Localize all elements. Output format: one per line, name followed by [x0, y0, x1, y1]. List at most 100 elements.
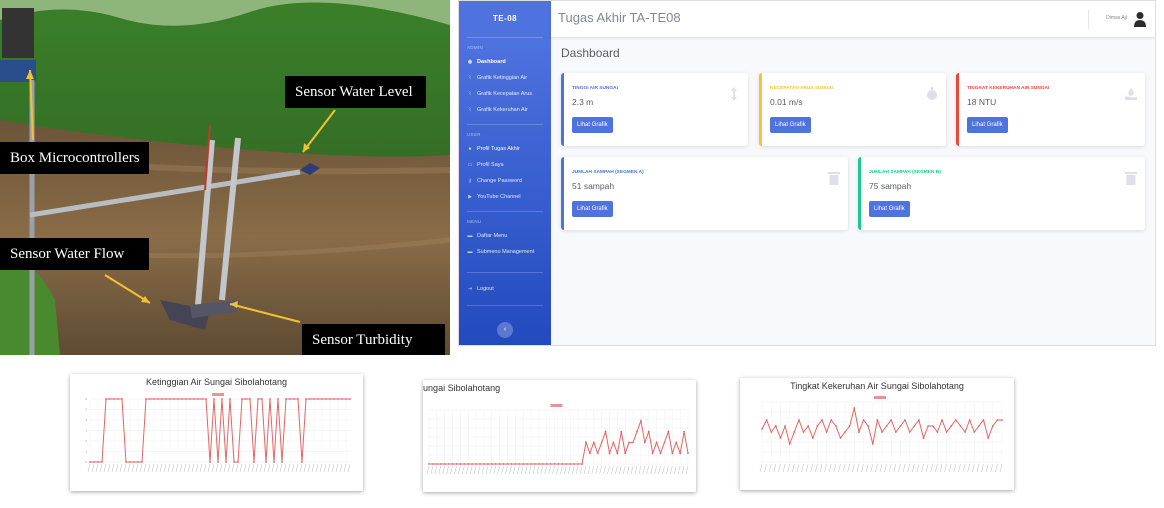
user-icon: ●: [468, 146, 472, 152]
x-tick-mark: [275, 463, 279, 473]
sidebar-item-grafik-kecepatan[interactable]: ⌇ Grafik Kecepatan Arus: [459, 86, 551, 102]
x-tick-mark: [335, 463, 339, 473]
trash-icon: [1125, 172, 1137, 185]
data-point: [494, 463, 497, 465]
x-tick-mark: [147, 463, 151, 473]
sidebar-item-grafik-kekeruhan[interactable]: ⌇ Grafik Kekeruhan Air: [459, 102, 551, 118]
x-tick-mark: [279, 463, 283, 473]
sidebar-item-dashboard[interactable]: ◉ Dashboard: [459, 54, 551, 70]
data-point: [101, 461, 103, 463]
data-point: [213, 398, 215, 400]
x-tick-mark: [446, 465, 449, 475]
lihat-grafik-button[interactable]: Lihat Grafik: [572, 201, 613, 217]
data-point: [871, 443, 874, 445]
data-point: [991, 425, 994, 427]
x-tick-mark: [187, 463, 191, 473]
sidebar: TE-08 ADMIN ◉ Dashboard ⌇ Grafik Ketinggia…: [459, 1, 551, 345]
x-tick-mark: [139, 463, 143, 473]
microcontroller-box: [2, 8, 34, 58]
data-point: [249, 398, 251, 400]
sidebar-item-profil-saya[interactable]: ▭ Profil Saya: [459, 157, 551, 173]
x-tick-mark: [626, 465, 630, 475]
x-tick-mark: [171, 463, 175, 473]
data-point: [506, 463, 509, 465]
sidebar-item-daftar-menu[interactable]: ▬ Daftar Menu: [459, 228, 551, 244]
sidebar-brand[interactable]: TE-08: [459, 1, 551, 37]
x-tick-mark: [103, 463, 107, 473]
sidebar-item-youtube[interactable]: ▶ YouTube Channel: [459, 189, 551, 205]
x-tick-mark: [111, 463, 115, 473]
data-point: [950, 425, 953, 427]
data-point: [885, 425, 888, 427]
x-tick-mark: [339, 463, 343, 473]
x-tick-mark: [654, 465, 657, 475]
x-tick-mark: [833, 463, 837, 473]
sidebar-item-logout[interactable]: ⇥ Logout: [459, 281, 551, 297]
x-tick-mark: [91, 463, 95, 473]
chart-kekeruhan-air: Tingkat Kekeruhan Air Sungai Sibolahotan…: [740, 378, 1014, 490]
x-tick-mark: [583, 465, 587, 475]
y-tick-label: 0: [85, 460, 87, 464]
x-tick-mark: [838, 463, 841, 473]
sidebar-heading-menu: MENU: [467, 219, 482, 224]
arrows-vertical-icon: [731, 87, 737, 101]
x-tick-mark: [985, 463, 989, 473]
x-tick-mark: [560, 465, 563, 475]
data-point: [518, 463, 521, 465]
card-title: KECEPATAN ARUS SUNGAI: [770, 86, 834, 91]
data-point: [624, 452, 627, 455]
data-point: [573, 463, 576, 465]
x-tick-mark: [967, 463, 970, 473]
x-tick-mark: [650, 465, 653, 475]
x-tick-mark: [642, 465, 646, 475]
x-tick-mark: [759, 463, 763, 473]
x-tick-mark: [595, 465, 598, 475]
x-tick-mark: [898, 463, 901, 473]
x-tick-mark: [505, 465, 508, 475]
lihat-grafik-button[interactable]: Lihat Grafik: [967, 117, 1008, 133]
data-point: [839, 437, 842, 439]
card-kekeruhan-air: TINGKAT KEKERUHAN AIR SUNGAI 18 NTU Liha…: [956, 73, 1145, 146]
data-point: [185, 398, 187, 400]
x-tick-mark: [921, 463, 924, 473]
data-point: [541, 463, 544, 465]
label-sensor-water-flow: Sensor Water Flow: [0, 238, 149, 270]
data-point: [149, 398, 151, 400]
key-icon: ⚷: [468, 178, 472, 184]
lihat-grafik-button[interactable]: Lihat Grafik: [572, 117, 613, 133]
page-title: Dashboard: [561, 46, 620, 60]
data-point: [663, 441, 666, 444]
lihat-grafik-button[interactable]: Lihat Grafik: [770, 117, 811, 133]
data-point: [341, 398, 343, 400]
data-point: [640, 419, 642, 422]
lihat-grafik-button[interactable]: Lihat Grafik: [869, 201, 910, 217]
sidebar-item-grafik-ketinggian[interactable]: ⌇ Grafik Ketinggian Air: [459, 70, 551, 86]
chart-kecepatan-arus: Kecepatan Arus Sungai Sibolahotang: [423, 380, 696, 492]
user-avatar-icon[interactable]: [1133, 11, 1147, 27]
data-point: [349, 398, 351, 400]
x-tick-mark: [972, 463, 975, 473]
stopwatch-icon: [927, 87, 937, 100]
card-title: TINGGI AIR SUNGAI: [572, 86, 618, 91]
x-tick-mark: [536, 465, 540, 475]
user-name[interactable]: Dimas Aji: [1106, 15, 1127, 21]
x-tick-mark: [215, 463, 219, 473]
data-point: [553, 463, 556, 465]
data-point: [858, 431, 860, 433]
y-tick-label: 5: [85, 408, 87, 412]
dashboard-icon: ◉: [467, 59, 473, 65]
data-point: [922, 437, 925, 439]
sidebar-item-profil-tugas[interactable]: ● Profil Tugas Akhir: [459, 141, 551, 157]
sidebar-toggle-button[interactable]: ‹: [497, 322, 513, 338]
data-point: [581, 463, 583, 465]
x-tick-mark: [599, 465, 602, 475]
data-point: [293, 398, 295, 400]
x-tick-mark: [944, 463, 947, 473]
sidebar-item-change-password[interactable]: ⚷ Change Password: [459, 173, 551, 189]
data-point: [588, 452, 591, 455]
data-point: [113, 398, 115, 400]
sidebar-item-submenu[interactable]: ▬ Submenu Management: [459, 244, 551, 260]
data-point: [177, 398, 179, 400]
data-point: [798, 419, 800, 421]
label-box-microcontrollers: Box Microcontrollers: [0, 142, 149, 174]
